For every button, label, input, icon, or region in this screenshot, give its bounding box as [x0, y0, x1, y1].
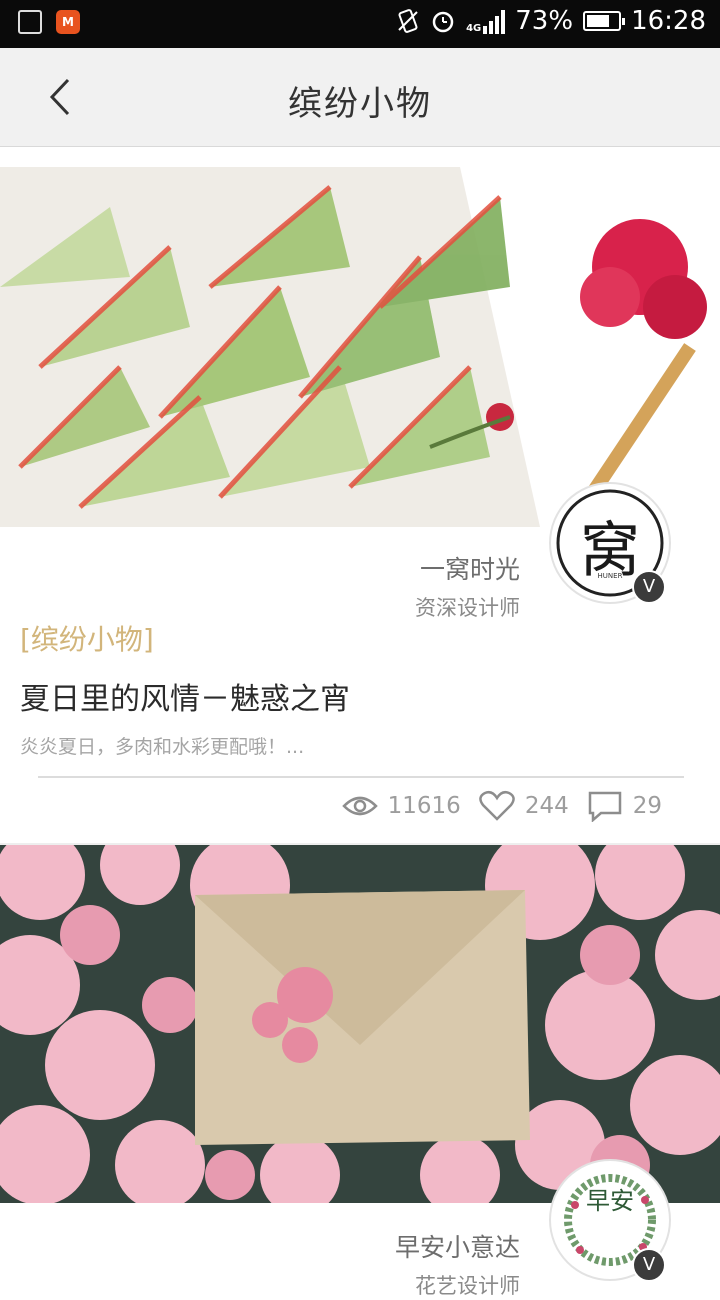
author-role: 资深设计师: [415, 596, 520, 620]
network-type: 4G: [466, 23, 482, 34]
post-category-tag[interactable]: [缤纷小物]: [20, 618, 154, 658]
post-title[interactable]: 夏日里的风情－魅惑之宵: [20, 674, 350, 718]
top-app-bar: 缤纷小物: [0, 48, 720, 147]
post-1-cover-image[interactable]: [0, 167, 720, 527]
author-name: 一窝时光: [419, 555, 520, 584]
views-count: 11616: [387, 793, 461, 819]
post-excerpt: 炎炎夏日，多肉和水彩更配哦！...: [20, 736, 305, 758]
likes-count: 244: [524, 793, 569, 819]
battery-icon: [583, 11, 626, 31]
clock: 16:28: [631, 6, 706, 36]
verified-badge: V: [632, 1248, 666, 1282]
eye-icon: [341, 796, 378, 816]
succulent-watercolor-illustration: [0, 167, 720, 527]
post-1-author[interactable]: 一窝时光 资深设计师: [415, 550, 520, 622]
page-title: 缤纷小物: [288, 84, 432, 124]
battery-percent: 73%: [515, 6, 574, 36]
divider: [38, 776, 684, 778]
views-stat: 11616: [341, 793, 461, 819]
post-2-author[interactable]: 早安小意达 花艺设计师: [395, 1228, 520, 1300]
alarm-icon: [432, 11, 454, 33]
status-bar: M 4G 73% 16:28: [0, 0, 720, 48]
heart-icon: [479, 790, 515, 821]
verified-badge: V: [632, 570, 666, 604]
author-name: 早安小意达: [394, 1233, 520, 1262]
author-role: 花艺设计师: [415, 1274, 520, 1298]
like-button[interactable]: 244: [479, 790, 569, 822]
comments-count: 29: [632, 793, 662, 819]
comment-icon: [588, 791, 621, 822]
comment-button[interactable]: 29: [587, 790, 662, 822]
gallery-notification-icon: [18, 10, 42, 34]
signal-icon: [483, 8, 506, 34]
post-2-cover-image[interactable]: [0, 845, 720, 1203]
app-notification-icon: M: [56, 10, 80, 34]
avatar-logo-text: 早安: [586, 1187, 634, 1215]
vibrate-icon: [398, 9, 418, 33]
post-stats: 11616 244 29: [341, 790, 662, 822]
flowers-envelope-photo: [0, 845, 720, 1203]
